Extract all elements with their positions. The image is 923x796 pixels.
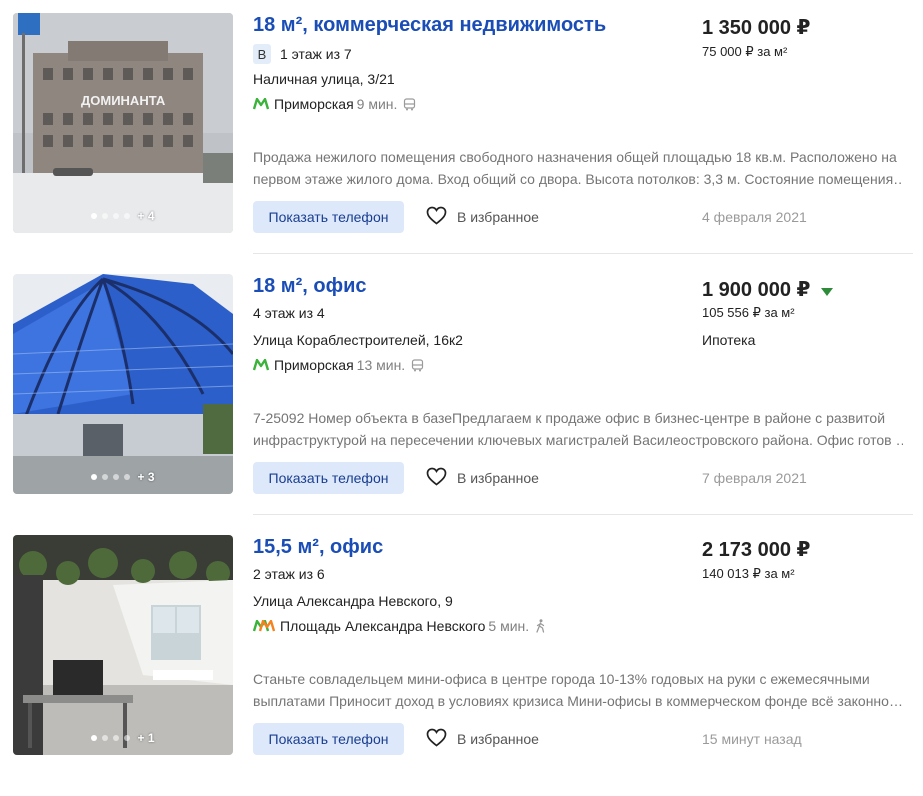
metro-station: Приморская [274, 96, 354, 112]
show-phone-button[interactable]: Показать телефон [253, 201, 404, 233]
description-line: первом этаже жилого дома. Вход общий со … [253, 171, 903, 187]
class-badge: B [253, 44, 271, 64]
publish-date: 4 февраля 2021 [702, 209, 807, 225]
pager-dot[interactable] [91, 735, 98, 741]
publish-date: 15 минут назад [702, 731, 802, 747]
metro-icon [253, 98, 269, 110]
price-per-m2: 75 000 ₽ за м² [702, 44, 788, 59]
photo-sign-text: ДОМИНАНТА [81, 93, 166, 108]
listing-title[interactable]: 15,5 м², офис [253, 536, 383, 559]
listing-photo[interactable]: + 3 [13, 274, 233, 494]
show-phone-button[interactable]: Показать телефон [253, 462, 404, 494]
more-photos-count: + 4 [137, 209, 155, 223]
listing-title[interactable]: 18 м², коммерческая недвижимость [253, 14, 606, 37]
heart-icon [426, 728, 447, 750]
description-line: выплатами Приносит доход в условиях криз… [253, 693, 903, 709]
floor-text: 2 этаж из 6 [253, 566, 325, 582]
address: Улица Александра Невского, 9 [253, 593, 453, 609]
metro-info: Приморская 13 мин. [253, 357, 424, 373]
favorite-label: В избранное [457, 731, 539, 747]
metro-time: 13 мин. [356, 357, 406, 373]
price-value: 1 900 000 ₽ [702, 278, 811, 301]
pager-dot[interactable] [124, 474, 131, 480]
floor-info: B 1 этаж из 7 [253, 44, 352, 64]
price-per-m2: 105 556 ₽ за м² [702, 305, 795, 320]
publish-date: 7 февраля 2021 [702, 470, 807, 486]
pager-dot[interactable] [102, 213, 109, 219]
divider [253, 514, 913, 515]
metro-time: 9 мин. [356, 96, 398, 112]
favorite-label: В избранное [457, 470, 539, 486]
photo-pager[interactable]: + 3 [13, 470, 233, 484]
more-photos-count: + 3 [137, 470, 155, 484]
price-value: 1 350 000 ₽ [702, 17, 811, 39]
price-per-m2: 140 013 ₽ за м² [702, 566, 795, 581]
listing-card: + 3 18 м², офис 4 этаж из 4 Улица Корабл… [0, 274, 923, 535]
price-down-icon[interactable] [821, 279, 834, 302]
floor-text: 4 этаж из 4 [253, 305, 325, 321]
pager-dot[interactable] [113, 213, 120, 219]
price: 2 173 000 ₽ [702, 537, 810, 562]
show-phone-button[interactable]: Показать телефон [253, 723, 404, 755]
listing-photo[interactable]: + 1 [13, 535, 233, 755]
price-value: 2 173 000 ₽ [702, 539, 811, 561]
listing-description: Станьте совладельцем мини-офиса в центре… [253, 668, 903, 712]
pager-dot[interactable] [113, 474, 120, 480]
metro-time: 5 мин. [488, 618, 530, 634]
metro-station: Приморская [274, 357, 354, 373]
pager-dot[interactable] [102, 735, 109, 741]
floor-info: 2 этаж из 6 [253, 566, 325, 582]
floor-text: 1 этаж из 7 [280, 46, 352, 62]
metro-icon [253, 359, 269, 371]
description-line: Станьте совладельцем мини-офиса в центре… [253, 671, 870, 687]
listing-photo[interactable]: ДОМИНАНТА + 4 [13, 13, 233, 233]
pager-dot[interactable] [124, 213, 131, 219]
add-favorite-button[interactable]: В избранное [426, 206, 539, 228]
price: 1 350 000 ₽ [702, 15, 810, 40]
favorite-label: В избранное [457, 209, 539, 225]
bus-icon [403, 97, 416, 111]
heart-icon [426, 206, 447, 228]
listing-title[interactable]: 18 м², офис [253, 275, 367, 298]
pager-dot[interactable] [91, 213, 98, 219]
divider [253, 253, 913, 254]
listing-description: 7-25092 Номер объекта в базеПредлагаем к… [253, 407, 903, 451]
pager-dot[interactable] [113, 735, 120, 741]
description-line: инфраструктурой на пересечении ключевых … [253, 432, 903, 448]
metro-station: Площадь Александра Невского [280, 618, 486, 634]
heart-icon [426, 467, 447, 489]
metro-info: Площадь Александра Невского 5 мин. [253, 618, 546, 634]
photo-pager[interactable]: + 1 [13, 731, 233, 745]
listing-card: + 1 15,5 м², офис 2 этаж из 6 Улица Алек… [0, 535, 923, 796]
pager-dot[interactable] [91, 474, 98, 480]
more-photos-count: + 1 [137, 731, 155, 745]
address: Улица Кораблестроителей, 16к2 [253, 332, 463, 348]
listing-card: ДОМИНАНТА + 4 18 м², коммерческая недвиж… [0, 13, 923, 274]
add-favorite-button[interactable]: В избранное [426, 467, 539, 489]
description-line: 7-25092 Номер объекта в базеПредлагаем к… [253, 410, 886, 426]
listing-description: Продажа нежилого помещения свободного на… [253, 146, 903, 190]
photo-pager[interactable]: + 4 [13, 209, 233, 223]
walk-icon [535, 619, 546, 633]
mortgage-label: Ипотека [702, 332, 756, 348]
floor-info: 4 этаж из 4 [253, 305, 325, 321]
bus-icon [411, 358, 424, 372]
price: 1 900 000 ₽ [702, 276, 834, 302]
pager-dot[interactable] [124, 735, 131, 741]
address: Наличная улица, 3/21 [253, 71, 395, 87]
metro-info: Приморская 9 мин. [253, 96, 416, 112]
metro-icon [253, 620, 275, 632]
description-line: Продажа нежилого помещения свободного на… [253, 149, 897, 165]
pager-dot[interactable] [102, 474, 109, 480]
add-favorite-button[interactable]: В избранное [426, 728, 539, 750]
